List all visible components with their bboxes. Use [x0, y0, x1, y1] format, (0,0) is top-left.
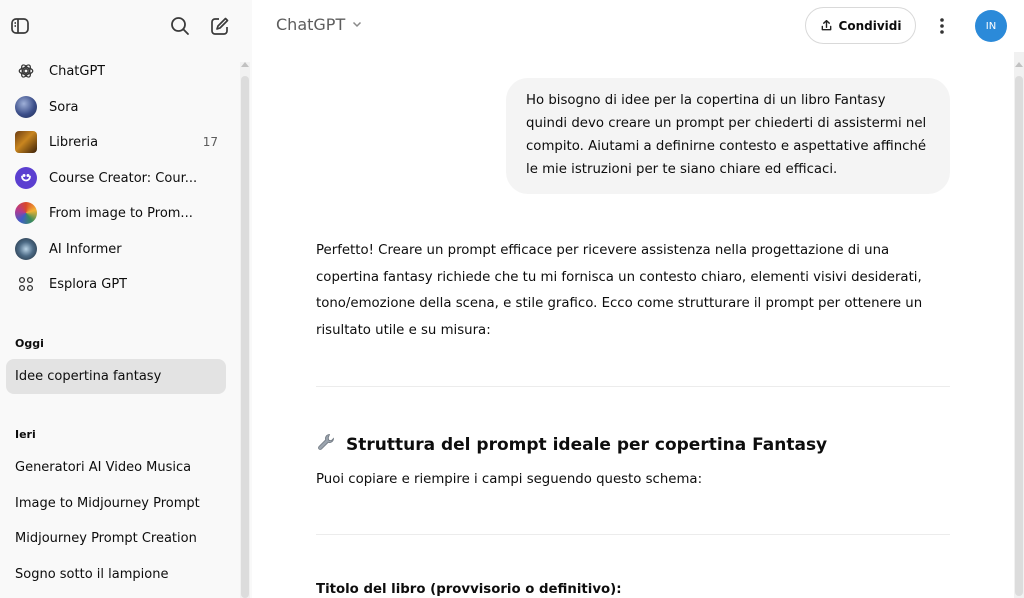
scrollbar-thumb[interactable]: [1015, 76, 1023, 596]
sora-avatar-icon: [15, 96, 37, 118]
search-icon[interactable]: [164, 10, 196, 42]
gpt-label: From image to Prom...: [49, 205, 193, 221]
conversation-area: Ho bisogno di idee per la copertina di u…: [252, 52, 1014, 598]
scrollbar-thumb[interactable]: [241, 76, 249, 598]
chat-item[interactable]: Sogno sotto il lampione: [6, 557, 226, 592]
gpt-label: Libreria: [49, 134, 99, 150]
wrench-icon: [316, 432, 336, 457]
assistant-intro-paragraph: Perfetto! Creare un prompt efficace per …: [316, 243, 923, 338]
chat-item[interactable]: Image to Midjourney Prompt: [6, 486, 226, 521]
new-chat-icon[interactable]: [204, 10, 236, 42]
share-button[interactable]: Condividi: [805, 7, 916, 44]
sidebar-item-chatgpt[interactable]: ChatGPT: [8, 54, 226, 88]
field-title-label: Titolo del libro (provvisorio o definiti…: [316, 582, 622, 597]
gpt-label: Sora: [49, 99, 79, 115]
section-intro-text: Puoi copiare e riempire i campi seguendo…: [316, 472, 703, 487]
gpt-label: Course Creator: Cour...: [49, 170, 198, 186]
sidebar-item-ai-informer[interactable]: AI Informer: [8, 232, 226, 266]
chat-item[interactable]: Idee copertina fantasy: [6, 359, 226, 394]
sidebar-top-bar: [0, 10, 252, 44]
library-thumbnail-icon: [15, 131, 37, 153]
ai-informer-avatar-icon: [15, 238, 37, 260]
openai-logo-icon: [15, 60, 37, 82]
share-label: Condividi: [838, 18, 902, 33]
section-heading-text: Struttura del prompt ideale per copertin…: [346, 434, 828, 455]
section-label-yesterday: Ieri: [15, 428, 36, 441]
scroll-up-arrow-icon[interactable]: [1015, 62, 1023, 67]
sidebar-toggle-icon[interactable]: [4, 10, 36, 42]
sidebar-item-sora[interactable]: Sora: [8, 90, 226, 124]
user-message-bubble: Ho bisogno di idee per la copertina di u…: [506, 78, 950, 194]
share-icon: [821, 19, 831, 31]
image-to-prompt-avatar-icon: [15, 202, 37, 224]
scroll-up-arrow-icon[interactable]: [241, 62, 249, 67]
section-label-today: Oggi: [15, 337, 44, 350]
course-creator-avatar-icon: [15, 167, 37, 189]
chevron-down-icon: [351, 15, 363, 34]
model-name-label: ChatGPT: [276, 15, 346, 34]
library-count-badge: 17: [202, 135, 218, 149]
sidebar-item-libreria[interactable]: Libreria 17: [8, 125, 226, 159]
section-heading: Struttura del prompt ideale per copertin…: [316, 432, 827, 457]
user-avatar[interactable]: IN: [975, 10, 1007, 42]
chat-item[interactable]: Midjourney Prompt Creation: [6, 521, 226, 556]
divider: [316, 386, 950, 387]
more-options-icon[interactable]: [928, 12, 956, 40]
sidebar-item-course-creator[interactable]: Course Creator: Cour...: [8, 161, 226, 195]
sidebar-scrollbar[interactable]: [240, 62, 250, 598]
divider: [316, 534, 950, 535]
model-selector[interactable]: ChatGPT: [276, 15, 363, 34]
main-scrollbar[interactable]: [1014, 52, 1024, 598]
sidebar: ChatGPT Sora Libreria 17 Course Creator:…: [0, 0, 252, 598]
chat-item[interactable]: Generatori AI Video Musica: [6, 450, 226, 485]
gpt-label: AI Informer: [49, 241, 122, 257]
gpt-label: Esplora GPT: [49, 276, 128, 292]
explore-grid-icon: [15, 273, 37, 295]
sidebar-item-explore-gpt[interactable]: Esplora GPT: [8, 267, 226, 301]
sidebar-item-image-to-prompt[interactable]: From image to Prom...: [8, 196, 226, 230]
gpt-label: ChatGPT: [49, 63, 106, 79]
header: ChatGPT Condividi IN: [252, 0, 1024, 52]
